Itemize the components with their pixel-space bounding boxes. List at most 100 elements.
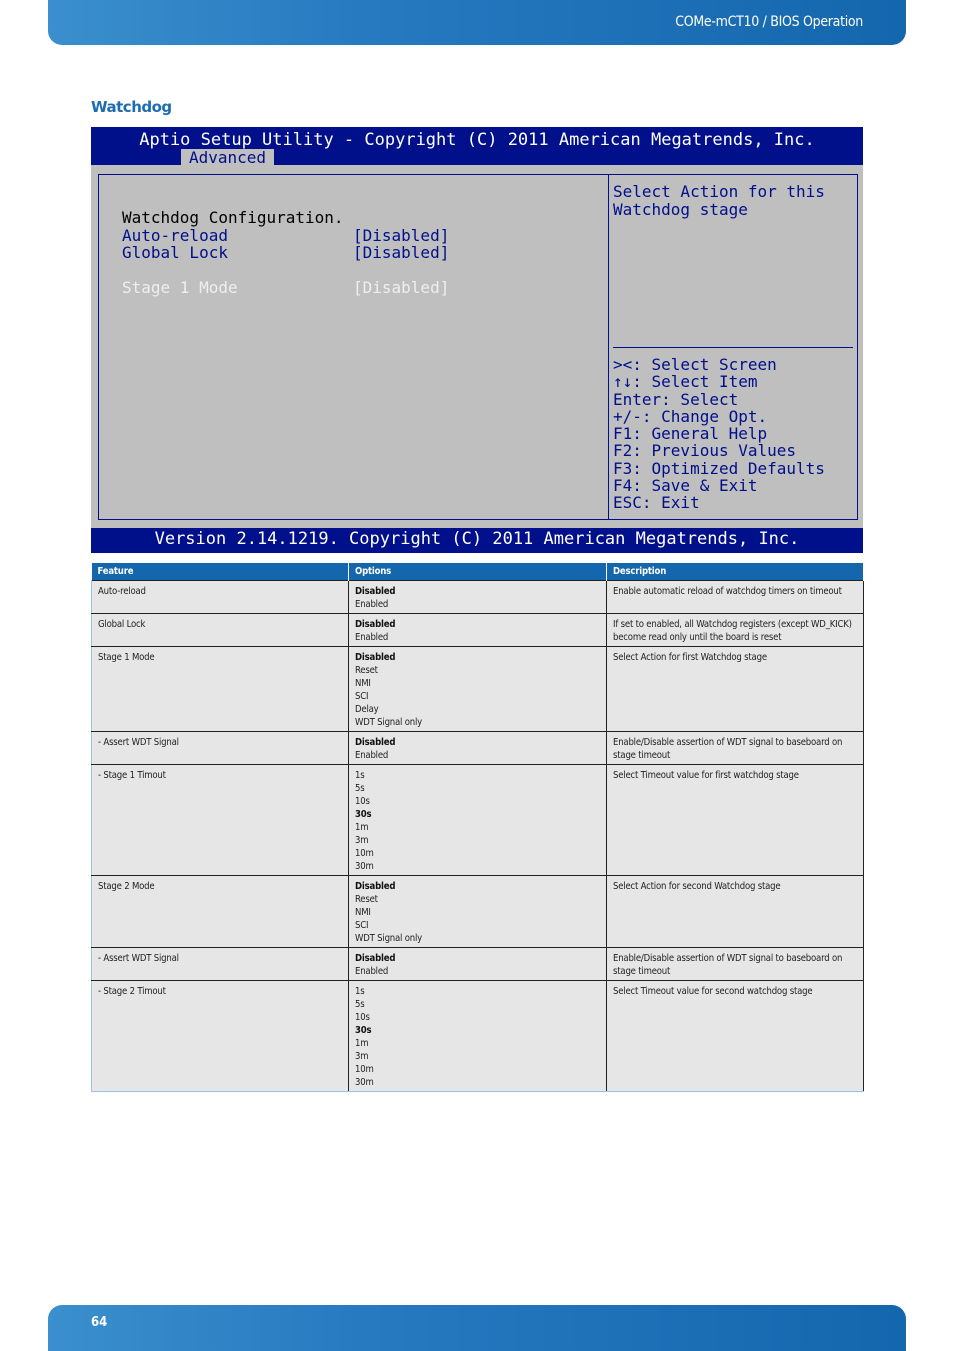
option-item: WDT Signal only	[355, 717, 423, 728]
table-header-row: Feature Options Description	[91, 563, 864, 581]
description-cell: Enable/Disable assertion of WDT signal t…	[606, 947, 864, 981]
bios-help-pane: Select Action for this Watchdog stage ><…	[608, 174, 858, 520]
option-item: 5s	[355, 999, 365, 1010]
bios-heading: Watchdog Configuration.	[122, 208, 344, 227]
table-row: Global Lock Disabled Enabled If set to enab…	[91, 613, 864, 647]
column-header-feature: Feature	[91, 563, 349, 581]
option-item: 30m	[355, 861, 374, 872]
option-item: NMI	[355, 678, 371, 689]
page-footer-band: 64	[48, 1305, 906, 1351]
option-item: 1s	[355, 770, 365, 781]
bios-item-stage1-mode-label[interactable]: Stage 1 Mode	[122, 279, 238, 297]
option-item: 1m	[355, 1038, 369, 1049]
feature-cell: - Stage 2 Timout	[91, 980, 349, 1092]
option-default: Disabled	[355, 619, 396, 630]
option-item: Reset	[355, 894, 378, 905]
column-header-options: Options	[348, 563, 607, 581]
feature-cell: - Assert WDT Signal	[91, 947, 349, 981]
description-cell: Select Timeout value for second watchdog…	[606, 980, 864, 1092]
feature-cell: - Stage 1 Timout	[91, 764, 349, 876]
option-item: 5s	[355, 783, 365, 794]
feature-cell: - Assert WDT Signal	[91, 731, 349, 765]
feature-table: Feature Options Description Auto-reload D…	[91, 563, 864, 1092]
feature-cell: Auto-reload	[91, 580, 349, 614]
help-divider	[613, 347, 853, 348]
option-default: 30s	[355, 809, 372, 820]
document-title: COMe-mCT10 / BIOS Operation	[675, 14, 863, 30]
table-body: Auto-reload Disabled Enabled Enable automat…	[91, 580, 864, 1092]
option-item: NMI	[355, 907, 371, 918]
options-cell: Disabled Reset NMI SCI WDT Signal only	[348, 875, 607, 948]
bios-key-legend: ><: Select Screen ↑↓: Select Item Enter:…	[613, 356, 825, 512]
option-item: 10s	[355, 796, 370, 807]
feature-cell: Stage 2 Mode	[91, 875, 349, 948]
key-f3: F3: Optimized Defaults	[613, 458, 825, 478]
option-item: Delay	[355, 704, 379, 715]
bios-settings-pane: Watchdog Configuration. Auto-reload [Dis…	[98, 174, 609, 520]
option-item: SCI	[355, 691, 369, 702]
option-item: Enabled	[355, 632, 389, 643]
key-select-screen: ><: Select Screen	[613, 355, 777, 374]
option-item: Enabled	[355, 966, 389, 977]
option-item: WDT Signal only	[355, 933, 423, 944]
option-item: 10m	[355, 848, 374, 859]
key-select-item: ↑↓: Select Item	[613, 372, 758, 392]
description-cell: Select Timeout value for first watchdog …	[606, 764, 864, 876]
bios-item-global-lock-label[interactable]: Global Lock	[122, 244, 228, 262]
key-f2: F2: Previous Values	[613, 441, 797, 461]
table-row: Stage 2 Mode Disabled Reset NMI SCI WDT Signa…	[91, 875, 864, 948]
bios-item-stage1-mode-value[interactable]: [Disabled]	[353, 279, 449, 297]
key-change-opt: +/-: Change Opt.	[613, 406, 768, 426]
options-cell: Disabled Reset NMI SCI Delay WDT Signal only	[348, 646, 607, 732]
table-row: - Assert WDT Signal Disabled Enabled Enable…	[91, 731, 864, 765]
key-f1: F1: General Help	[613, 424, 768, 444]
section-title: Watchdog	[91, 98, 172, 116]
bios-screenshot: Aptio Setup Utility - Copyright (C) 2011…	[91, 127, 863, 553]
option-item: 10s	[355, 1012, 370, 1023]
option-item: SCI	[355, 920, 369, 931]
page-header-band: COMe-mCT10 / BIOS Operation	[48, 0, 906, 45]
option-item: 10m	[355, 1064, 374, 1075]
options-cell: Disabled Enabled	[348, 580, 607, 614]
option-item: 1s	[355, 986, 365, 997]
bios-body: Watchdog Configuration. Auto-reload [Dis…	[91, 165, 863, 528]
key-f4: F4: Save & Exit	[613, 476, 758, 496]
description-cell: Select Action for second Watchdog stage	[606, 875, 864, 948]
option-item: Enabled	[355, 599, 389, 610]
options-cell: Disabled Enabled	[348, 613, 607, 647]
option-default: 30s	[355, 1025, 372, 1036]
feature-cell: Global Lock	[91, 613, 349, 647]
options-cell: 1s 5s 10s 30s 1m 3m 10m 30m	[348, 980, 607, 1092]
option-default: Disabled	[355, 737, 396, 748]
options-cell: Disabled Enabled	[348, 947, 607, 981]
table-row: Auto-reload Disabled Enabled Enable automat…	[91, 580, 864, 614]
key-esc: ESC: Exit	[613, 493, 700, 513]
option-item: 30m	[355, 1077, 374, 1088]
option-default: Disabled	[355, 881, 396, 892]
options-cell: 1s 5s 10s 30s 1m 3m 10m 30m	[348, 764, 607, 876]
option-item: Reset	[355, 665, 378, 676]
option-item: 3m	[355, 835, 369, 846]
options-cell: Disabled Enabled	[348, 731, 607, 765]
table-row: Stage 1 Mode Disabled Reset NMI SCI Delay WDT …	[91, 646, 864, 732]
key-enter: Enter: Select	[613, 389, 739, 409]
table-row: - Stage 2 Timout 1s 5s 10s 30s 1m 3m 10m 30m Sele…	[91, 980, 864, 1092]
option-default: Disabled	[355, 953, 396, 964]
option-item: Enabled	[355, 750, 389, 761]
description-cell: Select Action for first Watchdog stage	[606, 646, 864, 732]
table-row: - Assert WDT Signal Disabled Enabled Enable…	[91, 947, 864, 981]
description-cell: If set to enabled, all Watchdog register…	[606, 613, 864, 647]
column-header-description: Description	[606, 563, 864, 581]
bios-item-global-lock-value[interactable]: [Disabled]	[353, 244, 449, 262]
option-default: Disabled	[355, 586, 396, 597]
bios-title: Aptio Setup Utility - Copyright (C) 2011…	[139, 130, 815, 150]
bios-help-text: Select Action for this Watchdog stage	[613, 182, 825, 219]
option-default: Disabled	[355, 652, 396, 663]
feature-cell: Stage 1 Mode	[91, 646, 349, 732]
description-cell: Enable automatic reload of watchdog time…	[606, 580, 864, 614]
description-cell: Enable/Disable assertion of WDT signal t…	[606, 731, 864, 765]
bios-version-footer: Version 2.14.1219. Copyright (C) 2011 Am…	[154, 529, 800, 549]
table-row: - Stage 1 Timout 1s 5s 10s 30s 1m 3m 10m 30m Sele…	[91, 764, 864, 876]
option-item: 1m	[355, 822, 369, 833]
option-item: 3m	[355, 1051, 369, 1062]
